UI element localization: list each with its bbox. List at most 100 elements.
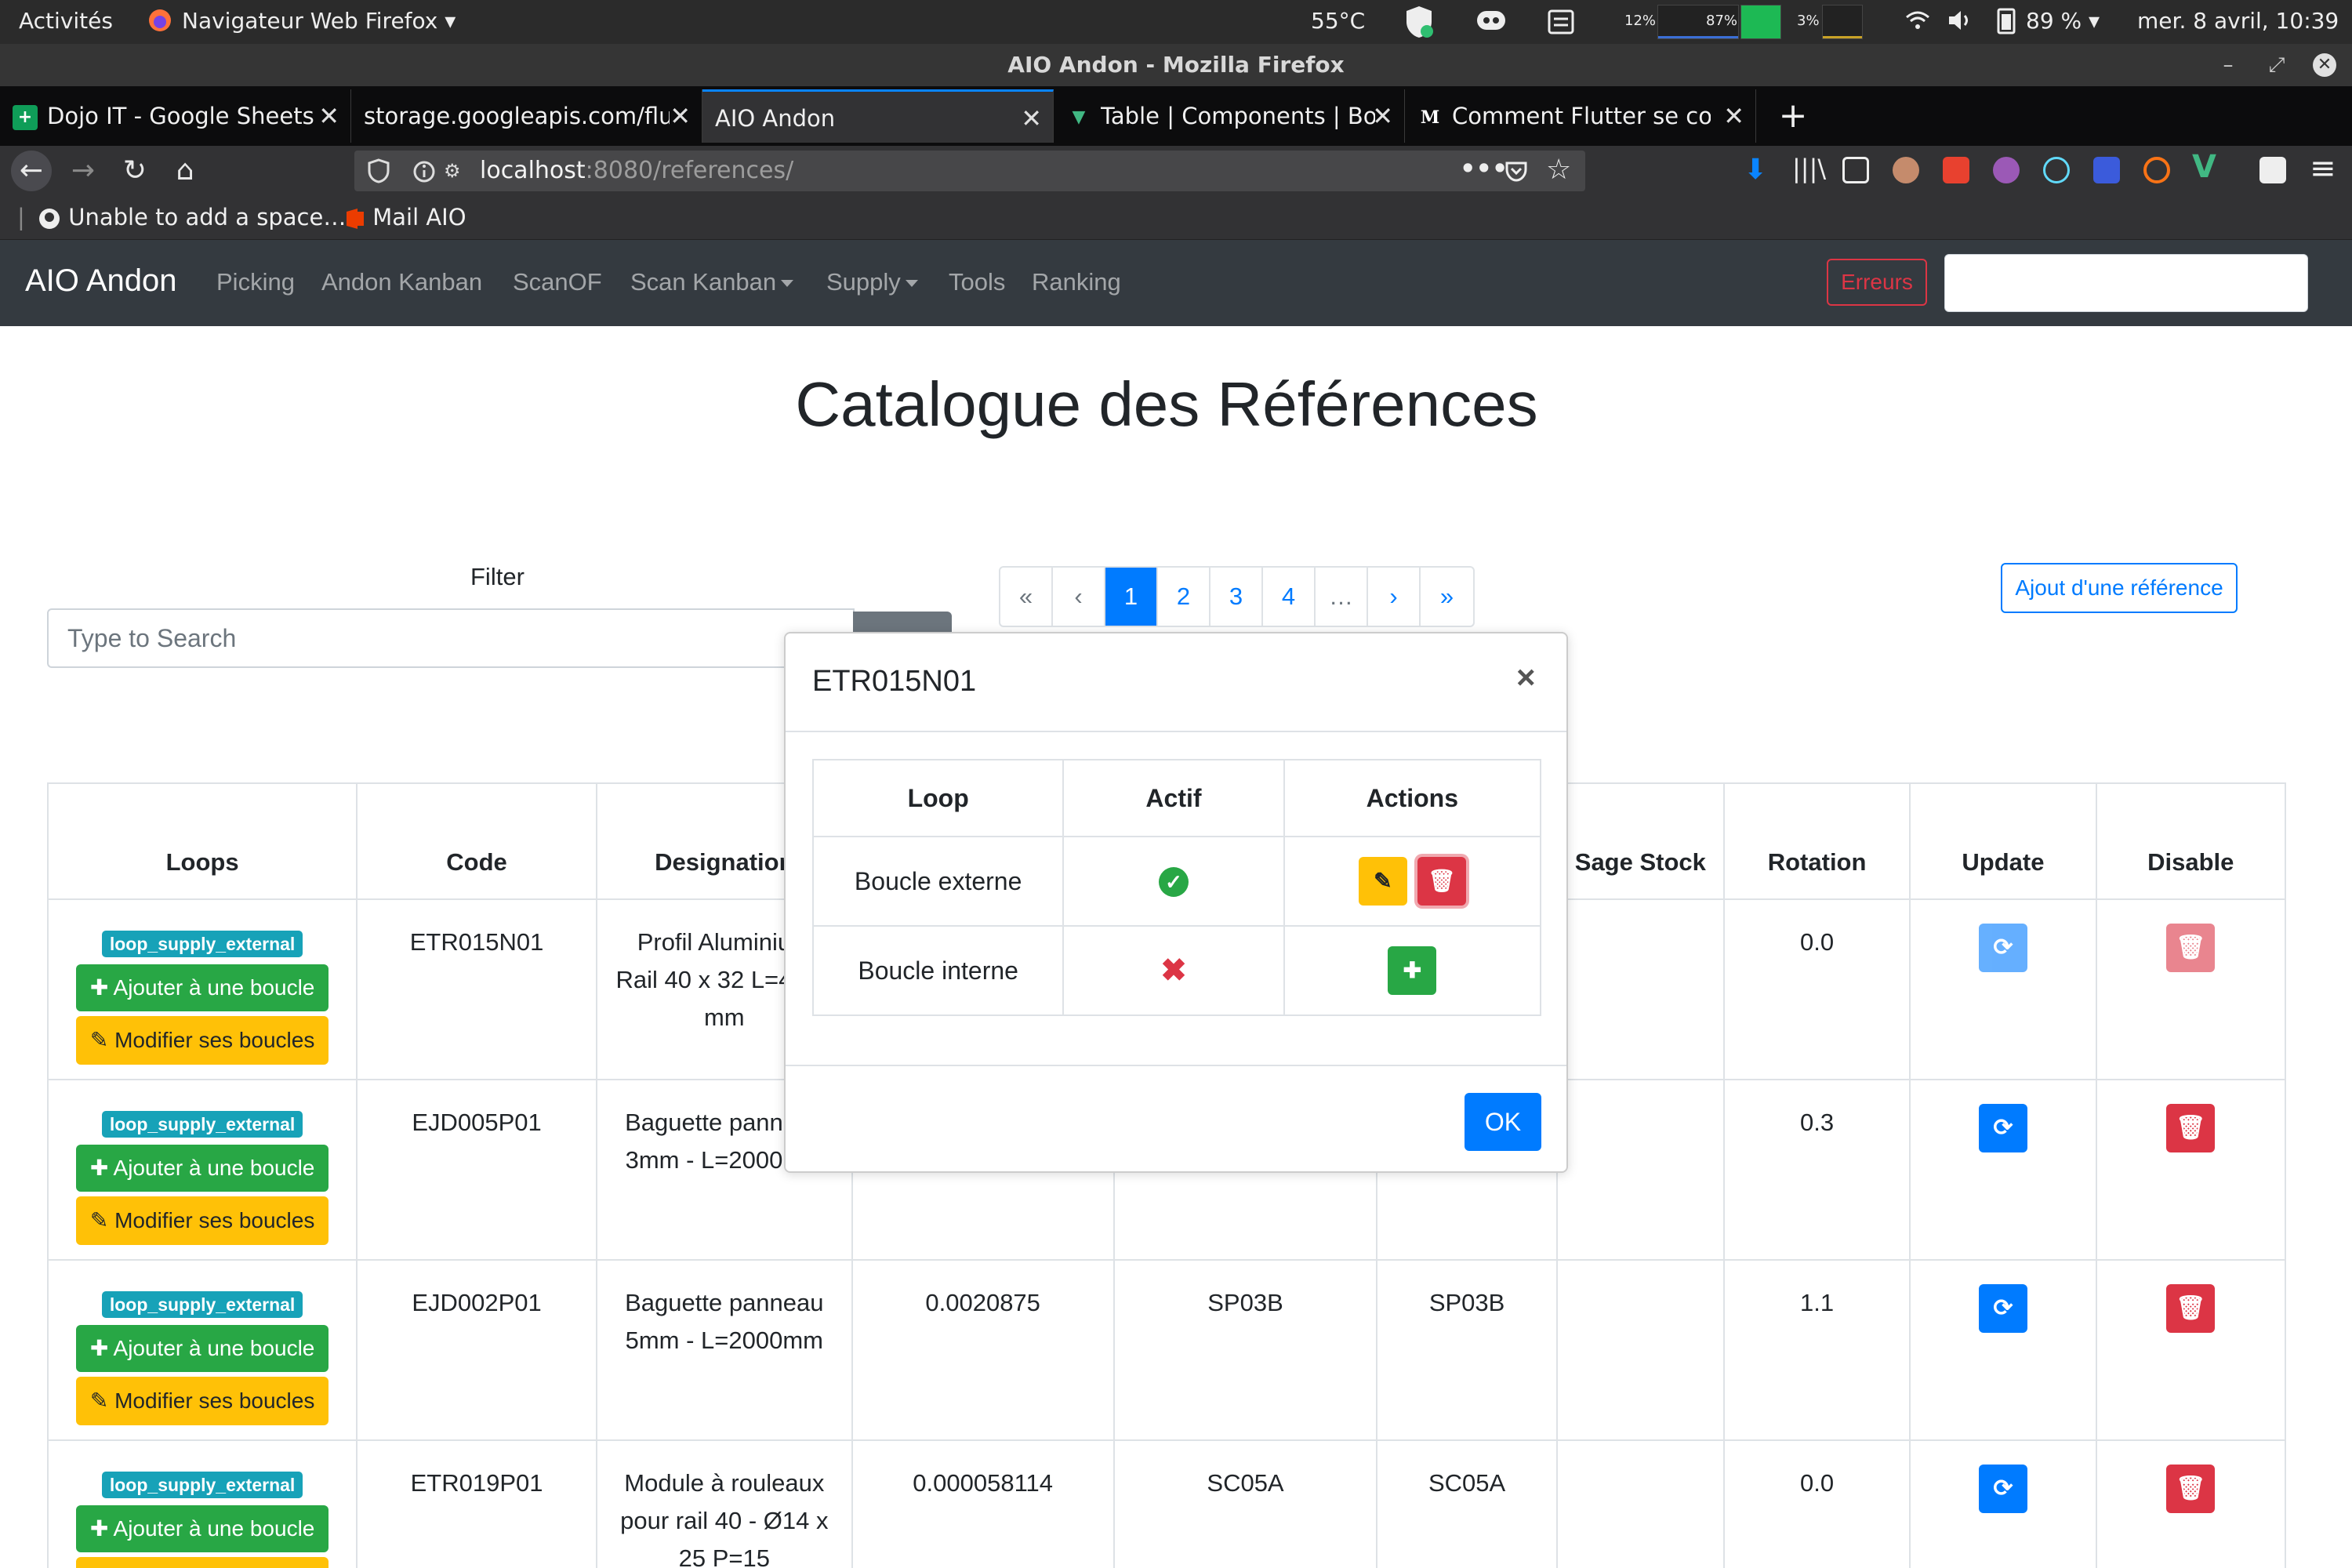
add-loop-button[interactable]: ✚ Ajouter à une boucle	[75, 964, 329, 1011]
trash-button[interactable]: 🗑	[2166, 1104, 2216, 1152]
nav-supply[interactable]: Supply	[826, 268, 918, 296]
errors-button[interactable]: Erreurs	[1827, 259, 1927, 306]
sidebar-icon[interactable]	[1842, 157, 1869, 183]
tab-close-icon[interactable]: ✕	[1723, 89, 1744, 143]
add-loop-button[interactable]: ✚ Ajouter à une boucle	[75, 1325, 329, 1372]
bookmark-mail-aio[interactable]: Mail AIO	[345, 204, 466, 230]
refresh-button[interactable]: ⟳	[1978, 1284, 2027, 1333]
page-next[interactable]: ›	[1368, 568, 1421, 626]
rotation-cell: 0.3	[1722, 1079, 1911, 1261]
page-last[interactable]: »	[1421, 568, 1473, 626]
clipboard-icon[interactable]	[1546, 6, 1576, 42]
home-button[interactable]: ⌂	[165, 151, 205, 191]
tab-aio-andon[interactable]: AIO Andon ✕	[702, 89, 1054, 143]
edit-loops-button[interactable]: ✎ Modifier ses boucles	[75, 1557, 329, 1568]
page-2[interactable]: 2	[1158, 568, 1210, 626]
react-devtools-icon[interactable]	[2043, 157, 2070, 183]
tab-close-icon[interactable]: ✕	[1021, 92, 1042, 143]
vue-devtools-icon[interactable]: V	[2192, 149, 2216, 185]
clock[interactable]: mer. 8 avril, 10:39	[2137, 8, 2339, 34]
add-to-loop-button[interactable]: ✚	[1388, 946, 1437, 995]
nav-tools[interactable]: Tools	[949, 268, 1005, 296]
url-bar[interactable]: ⚙ localhost:8080/references/ ••• ☆	[354, 151, 1585, 191]
back-button[interactable]: ←	[11, 151, 52, 191]
refresh-button[interactable]: ⟳	[1978, 1104, 2027, 1152]
tab-medium[interactable]: M Comment Flutter se comp ✕	[1405, 89, 1756, 143]
page-3[interactable]: 3	[1210, 568, 1263, 626]
edit-loops-button[interactable]: ✎ Modifier ses boucles	[75, 1377, 329, 1425]
shield-icon[interactable]	[1403, 5, 1435, 45]
header-rotation[interactable]: Rotation	[1722, 782, 1911, 900]
wifi-icon[interactable]	[1904, 6, 1932, 40]
forward-button[interactable]: →	[63, 151, 103, 191]
edit-loops-button[interactable]: ✎ Modifier ses boucles	[75, 1196, 329, 1245]
search-input[interactable]: Type to Search	[47, 608, 855, 668]
download-icon[interactable]: ⬇	[1744, 154, 1767, 186]
nav-scan-kanban[interactable]: Scan Kanban	[630, 268, 794, 296]
window-close-icon[interactable]: ✕	[2313, 53, 2336, 77]
nav-ranking[interactable]: Ranking	[1032, 268, 1121, 296]
ok-button[interactable]: OK	[1465, 1093, 1541, 1151]
rotation-cell: 1.1	[1722, 1259, 1911, 1441]
close-icon[interactable]: ×	[1516, 659, 1536, 696]
menu-icon[interactable]: ≡	[2310, 151, 2336, 187]
header-code[interactable]: Code	[356, 782, 597, 900]
reload-button[interactable]: ↻	[114, 151, 155, 191]
tracking-shield-icon[interactable]	[367, 158, 390, 187]
header-loops[interactable]: Loops	[46, 782, 358, 900]
new-tab-button[interactable]: +	[1773, 86, 1813, 146]
refresh-button[interactable]: ⟳	[1978, 1465, 2027, 1513]
tab-close-icon[interactable]: ✕	[670, 89, 691, 143]
loops-cell: loop_supply_external ✚ Ajouter à une bou…	[46, 1259, 358, 1441]
nav-andon-kanban[interactable]: Andon Kanban	[321, 268, 482, 296]
volume-icon[interactable]	[1946, 6, 1974, 40]
tab-close-icon[interactable]: ✕	[1372, 89, 1393, 143]
extension-orange-icon[interactable]	[2143, 157, 2170, 183]
feather-icon[interactable]	[1993, 157, 2020, 183]
app-menu[interactable]: Navigateur Web Firefox ▾	[182, 8, 456, 34]
discord-icon[interactable]	[1474, 5, 1508, 42]
extension-blue-icon[interactable]	[2093, 157, 2120, 183]
page-prev[interactable]: ‹	[1053, 568, 1105, 626]
nav-scanof[interactable]: ScanOF	[513, 268, 602, 296]
trash-button[interactable]: 🗑	[2166, 924, 2216, 972]
disable-cell: 🗑	[2095, 898, 2287, 1080]
add-reference-button[interactable]: Ajout d'une référence	[2001, 563, 2238, 613]
tab-close-icon[interactable]: ✕	[318, 89, 339, 143]
tab-dojo-it[interactable]: + Dojo IT - Google Sheets ✕	[0, 89, 351, 143]
extensions-icon[interactable]	[2259, 157, 2286, 183]
page-1[interactable]: 1	[1105, 568, 1158, 626]
bookmark-star-icon[interactable]: ☆	[1546, 154, 1571, 186]
app-brand[interactable]: AIO Andon	[25, 263, 176, 299]
add-loop-button[interactable]: ✚ Ajouter à une boucle	[75, 1505, 329, 1552]
activities-button[interactable]: Activités	[19, 8, 113, 34]
ublock-icon[interactable]	[1943, 157, 1969, 183]
edit-loops-button[interactable]: ✎ Modifier ses boucles	[75, 1016, 329, 1065]
permissions-icon[interactable]: ⚙	[444, 160, 461, 182]
url-host: localhost	[480, 157, 586, 184]
profile-avatar-icon[interactable]	[1893, 157, 1919, 183]
site-info-icon[interactable]	[412, 160, 436, 187]
refresh-button[interactable]: ⟳	[1978, 924, 2027, 972]
edit-loop-button[interactable]: ✎	[1358, 857, 1407, 906]
header-sage-stock[interactable]: Sage Stock	[1555, 782, 1725, 900]
add-loop-button[interactable]: ✚ Ajouter à une boucle	[75, 1145, 329, 1192]
delete-loop-button[interactable]: 🗑	[1417, 857, 1466, 906]
minimize-icon[interactable]: –	[2212, 44, 2244, 86]
maximize-icon[interactable]: ⤢	[2261, 44, 2292, 86]
page-actions-icon[interactable]: •••	[1460, 154, 1508, 183]
page-first[interactable]: «	[1000, 568, 1053, 626]
navbar-search-input[interactable]	[1944, 254, 2308, 312]
trash-button[interactable]: 🗑	[2166, 1465, 2216, 1513]
library-icon[interactable]: |||\	[1792, 154, 1826, 183]
nav-picking[interactable]: Picking	[216, 268, 295, 296]
tab-storage[interactable]: storage.googleapis.com/flut ✕	[351, 89, 702, 143]
trash-button[interactable]: 🗑	[2166, 1284, 2216, 1333]
page-4[interactable]: 4	[1263, 568, 1316, 626]
tab-bootstrap-vue[interactable]: ▼ Table | Components | Boo ✕	[1054, 89, 1405, 143]
bookmark-github[interactable]: Unable to add a space…	[38, 204, 346, 230]
tab-label: storage.googleapis.com/flut	[364, 103, 670, 129]
value-cell: 0.0020875	[851, 1259, 1115, 1441]
pocket-icon[interactable]	[1504, 158, 1529, 187]
battery-icon[interactable]	[1994, 6, 2018, 40]
